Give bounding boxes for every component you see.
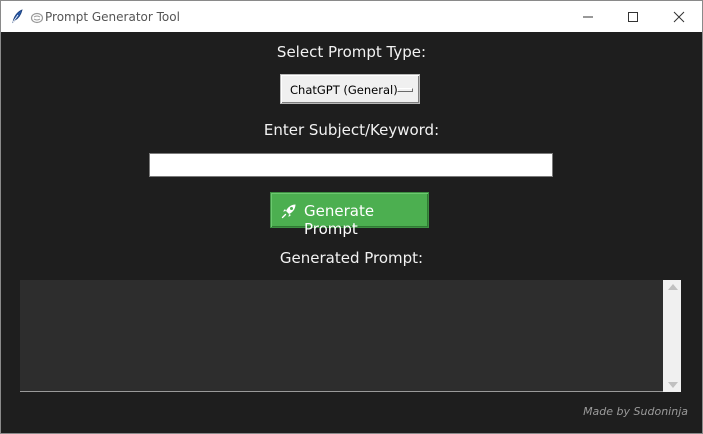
- scroll-down-arrow-icon[interactable]: [668, 382, 678, 388]
- app-window: Prompt Generator Tool Select Prompt Type…: [0, 0, 703, 434]
- footer-credit: Made by Sudoninja: [583, 405, 688, 418]
- dropdown-indicator-icon: [397, 88, 413, 92]
- generated-prompt-output[interactable]: [20, 280, 663, 392]
- minimize-button[interactable]: [565, 1, 611, 32]
- close-icon: [673, 11, 685, 23]
- rocket-icon: [280, 202, 298, 220]
- maximize-icon: [628, 12, 638, 22]
- close-button[interactable]: [656, 1, 702, 32]
- title-bar[interactable]: Prompt Generator Tool: [1, 1, 702, 32]
- output-scrollbar[interactable]: [663, 280, 681, 392]
- generate-prompt-label: Generate Prompt: [304, 202, 375, 238]
- minimize-icon: [583, 16, 593, 18]
- subject-label: Enter Subject/Keyword:: [263, 121, 440, 139]
- brain-icon: [30, 10, 44, 24]
- subject-input[interactable]: [149, 153, 553, 177]
- maximize-button[interactable]: [610, 1, 656, 32]
- generate-prompt-button[interactable]: Generate Prompt: [270, 192, 429, 238]
- prompt-type-value: ChatGPT (General): [290, 83, 398, 97]
- prompt-type-label: Select Prompt Type:: [276, 43, 427, 61]
- feather-icon: [9, 8, 25, 24]
- generated-prompt-label: Generated Prompt:: [279, 249, 424, 267]
- main-content: Select Prompt Type: ChatGPT (General) En…: [1, 32, 702, 433]
- prompt-type-dropdown[interactable]: ChatGPT (General): [280, 74, 420, 104]
- window-title: Prompt Generator Tool: [45, 10, 180, 24]
- scroll-up-arrow-icon[interactable]: [668, 284, 678, 290]
